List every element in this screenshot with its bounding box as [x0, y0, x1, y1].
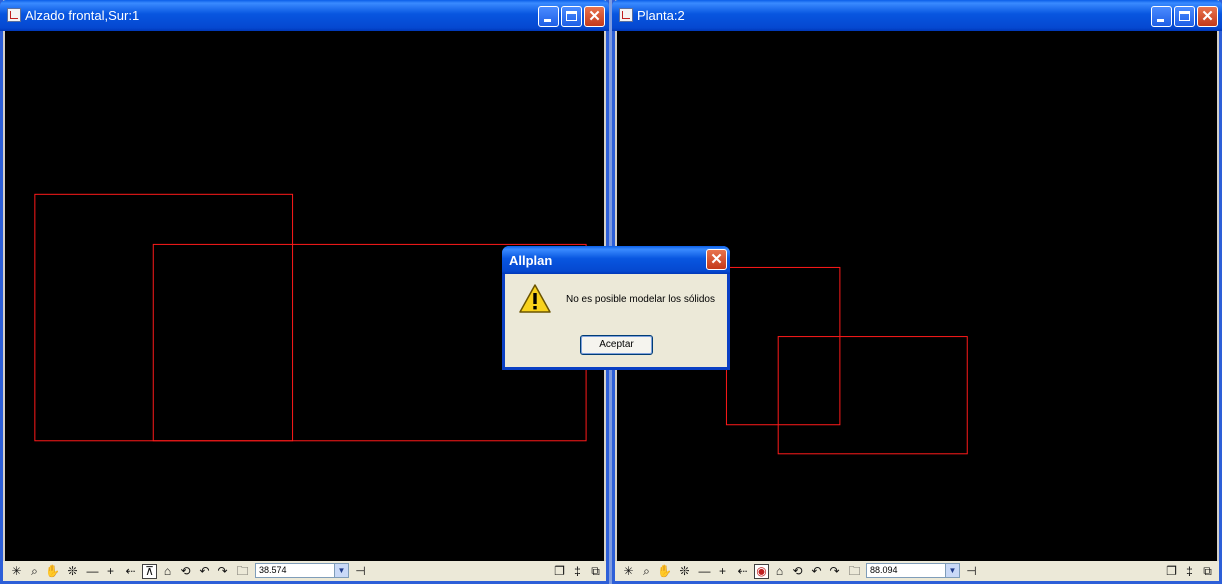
regenerate-icon[interactable]: ❊: [677, 564, 692, 579]
redo-view-icon[interactable]: ↷: [215, 564, 230, 579]
zoom-combo[interactable]: 88.094 ▼: [866, 563, 960, 578]
chevron-down-icon[interactable]: ▼: [945, 564, 959, 577]
window-icon[interactable]: ❐: [1164, 564, 1179, 579]
dialog-message: No es posible modelar los sólidos: [566, 294, 715, 305]
maximize-button[interactable]: [561, 6, 582, 27]
zoom-icon[interactable]: ⌕: [27, 564, 42, 579]
close-button[interactable]: ✕: [1197, 6, 1218, 27]
minimize-button[interactable]: [538, 6, 559, 27]
rotate-icon[interactable]: ⟲: [178, 564, 193, 579]
undo-view-icon[interactable]: ↶: [197, 564, 212, 579]
view-toolbar: ✳ ⌕ ✋ ❊ — + ⇠ ◉ ⌂ ⟲ ↶ ↷ 🗀 88.094 ▼ ⊣ ❐ ‡…: [615, 561, 1219, 581]
zoom-value: 38.574: [259, 565, 287, 575]
window-icon[interactable]: ❐: [552, 564, 567, 579]
message-dialog[interactable]: Allplan ✕ No es posible modelar los sóli…: [502, 246, 730, 370]
accept-button[interactable]: Aceptar: [580, 335, 653, 355]
open-view-icon[interactable]: 🗀: [235, 564, 250, 579]
minimize-icon: [1157, 19, 1164, 22]
open-view-icon[interactable]: 🗀: [847, 564, 862, 579]
crosshair-icon[interactable]: +: [103, 564, 118, 579]
minimize-icon: [544, 19, 551, 22]
window-titlebar[interactable]: Planta:2 ✕: [612, 0, 1222, 31]
split-icon[interactable]: ‡: [1182, 564, 1197, 579]
warning-icon: [519, 284, 551, 313]
drawing-rect[interactable]: [34, 193, 294, 442]
dialog-close-button[interactable]: ✕: [706, 249, 727, 270]
split-icon[interactable]: ‡: [570, 564, 585, 579]
drawing-rect[interactable]: [777, 336, 968, 455]
render-icon[interactable]: ⌂: [160, 564, 175, 579]
minimize-button[interactable]: [1151, 6, 1172, 27]
crosshair-icon[interactable]: +: [715, 564, 730, 579]
horizontal-line-icon[interactable]: —: [697, 564, 712, 579]
pan-hand-icon[interactable]: ✋: [45, 564, 60, 579]
snap-icon[interactable]: ◉: [754, 564, 769, 579]
arrow-left-icon[interactable]: ⇠: [735, 564, 750, 579]
zoom-value: 88.094: [870, 565, 898, 575]
pan-hand-icon[interactable]: ✋: [657, 564, 672, 579]
zoom-icon[interactable]: ⌕: [639, 564, 654, 579]
drawing-rect[interactable]: [725, 266, 841, 426]
select-all-icon[interactable]: ✳: [621, 564, 636, 579]
chevron-down-icon[interactable]: ▼: [334, 564, 348, 577]
snap-icon[interactable]: ⊼: [142, 564, 157, 579]
dialog-titlebar[interactable]: Allplan ✕: [502, 246, 730, 274]
dialog-title: Allplan: [509, 253, 553, 268]
render-icon[interactable]: ⌂: [772, 564, 787, 579]
select-all-icon[interactable]: ✳: [9, 564, 24, 579]
pin-icon[interactable]: ⊣: [964, 564, 979, 579]
copy-icon[interactable]: ⧉: [588, 564, 603, 579]
redo-view-icon[interactable]: ↷: [827, 564, 842, 579]
window-title: Alzado frontal,Sur:1: [25, 8, 140, 23]
window-title: Planta:2: [637, 8, 685, 23]
arrow-left-icon[interactable]: ⇠: [123, 564, 138, 579]
rotate-icon[interactable]: ⟲: [790, 564, 805, 579]
view-toolbar: ✳ ⌕ ✋ ❊ — + ⇠ ⊼ ⌂ ⟲ ↶ ↷ 🗀 38.574 ▼ ⊣ ❐ ‡…: [3, 561, 606, 581]
window-titlebar[interactable]: Alzado frontal,Sur:1 ✕: [0, 0, 609, 31]
pin-icon[interactable]: ⊣: [353, 564, 368, 579]
document-icon[interactable]: [619, 8, 633, 22]
close-icon: ✕: [710, 251, 723, 268]
close-icon: ✕: [1201, 8, 1214, 25]
close-button[interactable]: ✕: [584, 6, 605, 27]
document-icon[interactable]: [7, 8, 21, 22]
regenerate-icon[interactable]: ❊: [65, 564, 80, 579]
maximize-button[interactable]: [1174, 6, 1195, 27]
close-icon: ✕: [588, 8, 601, 25]
horizontal-line-icon[interactable]: —: [85, 564, 100, 579]
maximize-icon: [566, 11, 577, 21]
copy-icon[interactable]: ⧉: [1200, 564, 1215, 579]
undo-view-icon[interactable]: ↶: [809, 564, 824, 579]
maximize-icon: [1179, 11, 1190, 21]
zoom-combo[interactable]: 38.574 ▼: [255, 563, 349, 578]
